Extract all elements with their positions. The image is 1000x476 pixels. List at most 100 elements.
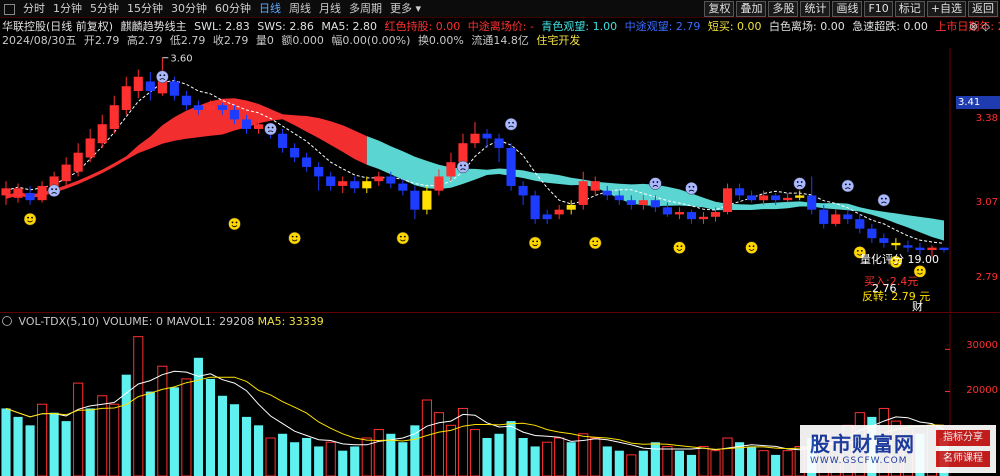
price-axis-label: 3.38 [975,113,998,124]
tab-1[interactable]: 1分钟 [49,1,86,17]
face-circle [156,70,169,83]
watermark-title: 股市财富网 [810,432,915,456]
volume-bar [674,450,684,476]
volume-bar [771,454,781,476]
price-chart[interactable]: 3.60量化评分 19.00买入:2.4元2.76反转: 2.79 元财 [0,48,1000,312]
tab-4[interactable]: 30分钟 [167,1,211,17]
volume-axis-label: 20000 [966,385,998,396]
tab-3[interactable]: 15分钟 [123,1,167,17]
sell-sad-icon [649,177,662,190]
face-circle [396,231,410,245]
volume-bar [229,404,240,476]
candle-body [482,133,492,139]
candle-body [698,216,709,220]
function-buttons: 复权 叠加 多股 统计 画线 F10 标记 +自选 返回 [702,1,998,17]
toolbar-button-8[interactable]: 返回 [968,1,998,17]
quote-open: 开2.79 [83,34,120,47]
face-eye [844,183,847,186]
indicator-name[interactable]: 麒麟趋势线主 [121,20,187,33]
volume-bar [85,408,95,476]
tab-7[interactable]: 周线 [285,1,315,17]
candle-body [302,157,312,167]
tab-8[interactable]: 月线 [315,1,345,17]
volume-bar [457,407,469,476]
sws-value: SWS: 2.86 [257,20,314,33]
volume-bar [650,442,660,476]
tab-6[interactable]: 日线 [255,1,285,17]
quote-sector[interactable]: 住宅开发 [536,34,580,47]
tab-9[interactable]: 多周期 [345,1,386,17]
face-eye [403,235,406,238]
candle-body [771,195,781,201]
tab-5[interactable]: 60分钟 [211,1,255,17]
toolbar-button-3[interactable]: 统计 [800,1,831,17]
window-toggle-icon[interactable] [4,3,15,15]
face-circle [841,179,855,193]
tab-10[interactable]: 更多 ▾ [386,1,425,17]
panel-divider[interactable] [0,312,1000,313]
candle-body [879,238,889,243]
face-eye [51,188,54,191]
volume-bar [205,378,216,476]
candle-body [217,105,228,110]
volume-bar [145,391,155,476]
volume-bar [13,416,23,476]
toolbar-button-7[interactable]: +自选 [926,1,966,17]
candle-body [903,245,913,248]
candle-body [566,204,576,210]
face-circle [47,184,61,197]
leave-mid-value: 中途离场价: - [467,20,534,33]
candle-body [386,176,396,184]
face-eye [860,250,863,252]
price-axis-label: 2.79 [975,272,998,283]
face-eye [592,240,595,243]
quote-change: 幅0.00(0.00%) [331,34,411,47]
face-circle [264,122,277,136]
volume-bar [1,408,11,476]
face-eye [676,245,679,248]
sell-sad-icon [47,184,61,197]
toolbar-button-5[interactable]: F10 [864,1,893,17]
face-eye [688,185,691,188]
face-eye [512,121,514,124]
volume-bar [398,442,408,476]
candle-body [927,247,937,251]
watermark-badge-course: 名师课程 [936,451,990,467]
candle-body [542,214,552,220]
volume-bar [494,433,504,476]
face-eye [271,126,274,129]
price-axis-label: 3.07 [975,197,998,208]
candle-body [73,152,83,172]
face-eye [917,268,919,271]
toolbar-button-2[interactable]: 多股 [768,1,799,17]
toolbar-button-6[interactable]: 标记 [894,1,925,17]
tab-2[interactable]: 5分钟 [86,1,123,17]
toolbar-button-0[interactable]: 复权 [704,1,735,17]
stock-title[interactable]: 华联控股(日线 前复权) [2,20,113,33]
sell-sad-icon [156,70,169,83]
candle-body [61,164,71,182]
candle-body [614,195,624,201]
face-eye [399,235,402,238]
candle-body [554,209,564,215]
candle-body [626,200,636,205]
volume-bar [590,437,601,476]
buy-smile-icon [228,217,241,231]
candle-body [795,195,805,198]
tab-0[interactable]: 分时 [19,1,49,17]
volume-bar [710,450,721,476]
face-eye [656,181,659,183]
face-eye [848,183,851,186]
watermark-badge-share: 指标分享 [936,430,990,446]
face-eye [652,181,655,183]
toolbar-button-4[interactable]: 画线 [832,1,863,17]
volume-bar [265,437,276,476]
header-icons[interactable]: ⊗ ◇ [969,19,990,35]
candle-body [843,214,853,220]
toolbar-button-1[interactable]: 叠加 [736,1,767,17]
face-eye [31,216,33,219]
candle-body [169,81,179,96]
candle-body [722,188,733,213]
face-eye [536,240,539,243]
watermark-logo: 股市财富网 WWW.GSCFW.COM 指标分享 名师课程 [800,425,996,473]
